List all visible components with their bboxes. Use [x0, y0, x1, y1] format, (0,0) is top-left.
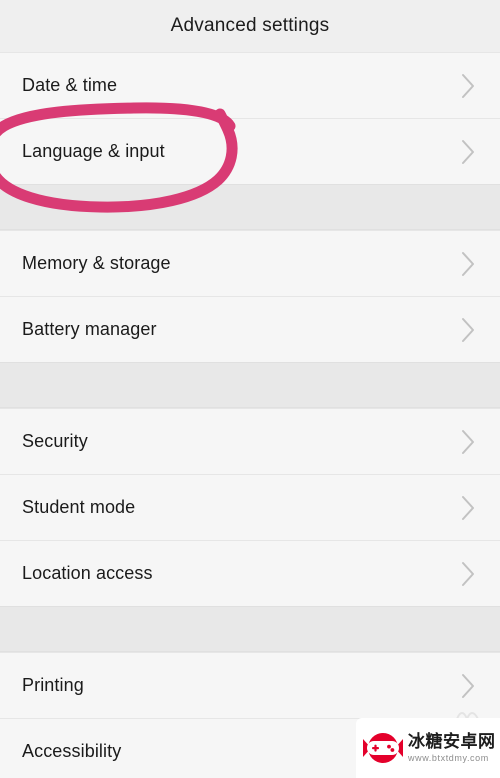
list-item[interactable]: Date & time	[0, 52, 500, 118]
section-divider	[0, 606, 500, 652]
list-item[interactable]: Language & input	[0, 118, 500, 184]
list-item-label: Location access	[22, 563, 153, 583]
page-title: Advanced settings	[170, 15, 330, 36]
settings-list: Date & time Language & input Memory & stor…	[0, 52, 500, 778]
chevron-right-icon	[448, 409, 488, 475]
chevron-right-icon	[448, 297, 488, 363]
candy-gamepad-logo-icon	[362, 727, 404, 769]
list-item[interactable]: Security	[0, 408, 500, 474]
list-item-label: Student mode	[22, 497, 136, 517]
watermark-url: www.btxtdmy.com	[408, 753, 489, 763]
list-item[interactable]: Student mode	[0, 474, 500, 540]
list-item-label: Security	[22, 431, 88, 451]
chevron-right-icon	[448, 231, 488, 297]
chevron-right-icon	[448, 119, 488, 185]
chevron-right-icon	[448, 653, 488, 719]
site-watermark: 冰糖安卓网 www.btxtdmy.com	[356, 718, 500, 778]
list-item[interactable]: Battery manager	[0, 296, 500, 362]
list-item-label: Memory & storage	[22, 253, 171, 273]
section-divider	[0, 362, 500, 408]
screen-header: Advanced settings	[0, 0, 500, 52]
section-divider	[0, 184, 500, 230]
list-item-label: Battery manager	[22, 319, 157, 339]
list-item[interactable]: Printing	[0, 652, 500, 718]
list-item-label: Printing	[22, 675, 84, 695]
list-item[interactable]: Memory & storage	[0, 230, 500, 296]
chevron-right-icon	[448, 53, 488, 119]
list-item-label: Language & input	[22, 141, 165, 161]
chevron-right-icon	[448, 541, 488, 607]
watermark-text: 冰糖安卓网 www.btxtdmy.com	[404, 733, 500, 763]
watermark-brand: 冰糖安卓网	[408, 732, 496, 751]
list-item-label: Date & time	[22, 75, 118, 95]
list-item[interactable]: Location access	[0, 540, 500, 606]
settings-screen: Advanced settings Date & time Language & …	[0, 0, 500, 778]
chevron-right-icon	[448, 475, 488, 541]
